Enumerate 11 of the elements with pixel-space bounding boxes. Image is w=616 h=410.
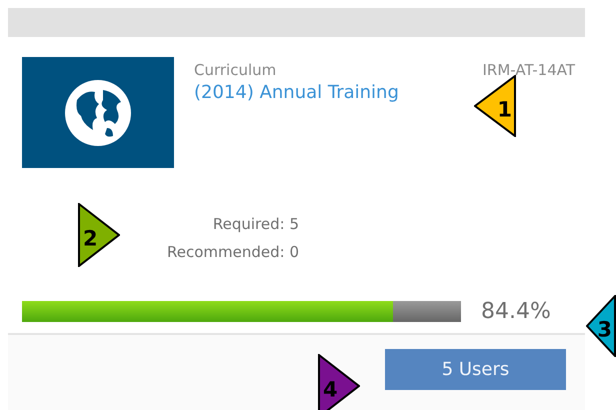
count-text: Recommended: 0 <box>167 242 299 263</box>
users-button[interactable]: 5 Users <box>385 349 566 390</box>
curriculum-title-link[interactable]: (2014) Annual Training <box>194 82 399 103</box>
count-text: Required: 5 <box>212 214 299 235</box>
item-type-label: Curriculum <box>194 61 276 79</box>
callout-number: 4 <box>323 380 338 401</box>
progress-percent: 84.4% <box>481 299 551 324</box>
callout-number: 2 <box>83 228 98 250</box>
callout-number: 3 <box>597 320 612 341</box>
callout-number: 1 <box>497 100 512 121</box>
item-code: IRM-AT-14AT <box>482 61 575 79</box>
